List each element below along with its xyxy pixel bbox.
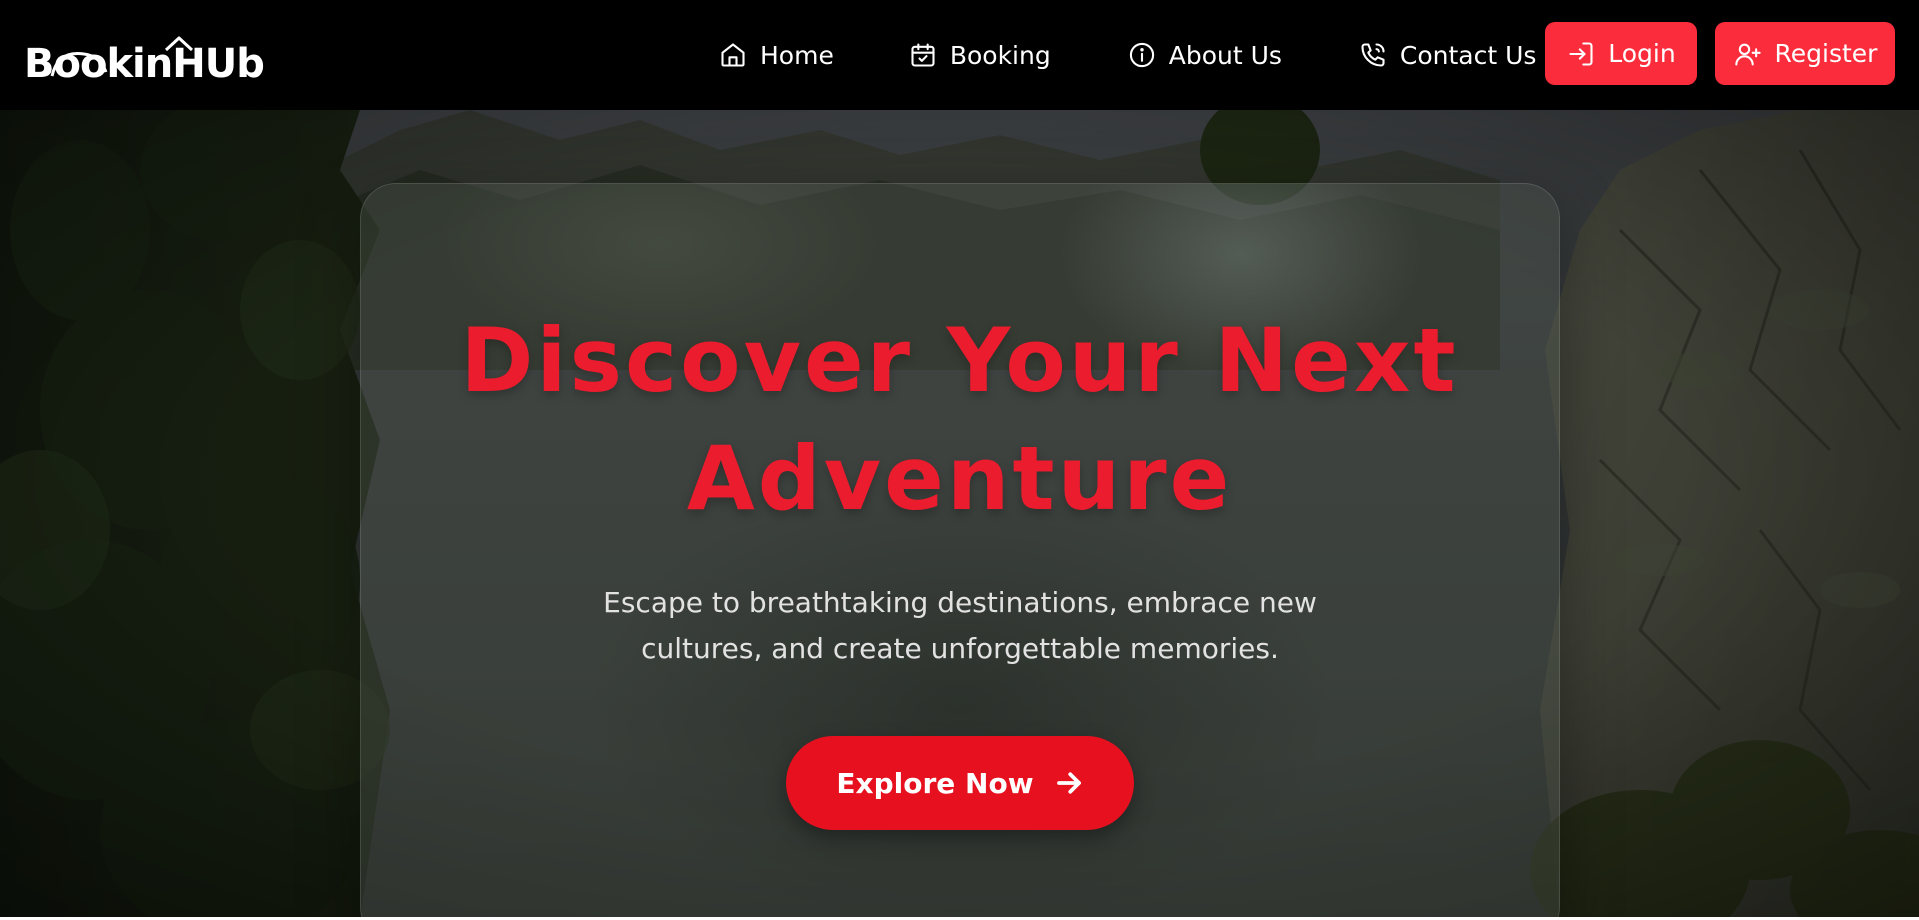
explore-now-button[interactable]: Explore Now (786, 736, 1134, 830)
info-icon (1127, 40, 1157, 70)
login-button[interactable]: Login (1545, 22, 1697, 85)
register-label: Register (1774, 39, 1878, 68)
nav-item-contact-us[interactable]: Contact Us (1358, 40, 1537, 70)
nav-item-booking-label: Booking (949, 40, 1051, 70)
top-navbar: BookinHUb Home Booking About Us Contact … (0, 0, 1919, 110)
arrow-right-icon (1054, 768, 1084, 798)
nav-item-booking[interactable]: Booking (908, 40, 1051, 70)
nav-item-about-us-label: About Us (1168, 40, 1282, 70)
nav-item-home-label: Home (760, 40, 834, 70)
hero-subtitle: Escape to breathtaking destinations, emb… (560, 580, 1360, 672)
calendar-check-icon (908, 40, 938, 70)
hero-title: Discover Your Next Adventure (0, 302, 1919, 538)
nav-item-contact-us-label: Contact Us (1399, 40, 1537, 70)
explore-now-label: Explore Now (836, 766, 1034, 800)
hero-subtitle-line-2: cultures, and create unforgettable memor… (641, 632, 1279, 665)
register-button[interactable]: Register (1715, 22, 1895, 85)
landing-page: Discover Your Next Adventure Escape to b… (0, 0, 1919, 920)
nav-links: Home Booking About Us Contact Us (718, 34, 1536, 76)
phone-icon (1358, 40, 1388, 70)
nav-item-home[interactable]: Home (718, 40, 834, 70)
brand-logo-text: BookinHUb (24, 41, 265, 87)
hero-title-line-1: Discover Your Next (460, 309, 1459, 412)
brand-logo[interactable]: BookinHUb (24, 28, 265, 87)
hero-subtitle-line-1: Escape to breathtaking destinations, emb… (603, 586, 1317, 619)
login-icon (1566, 39, 1596, 69)
hero-title-line-2: Adventure (686, 427, 1233, 530)
home-icon (718, 40, 748, 70)
login-label: Login (1608, 39, 1676, 68)
user-plus-icon (1733, 39, 1763, 69)
nav-item-about-us[interactable]: About Us (1127, 40, 1282, 70)
